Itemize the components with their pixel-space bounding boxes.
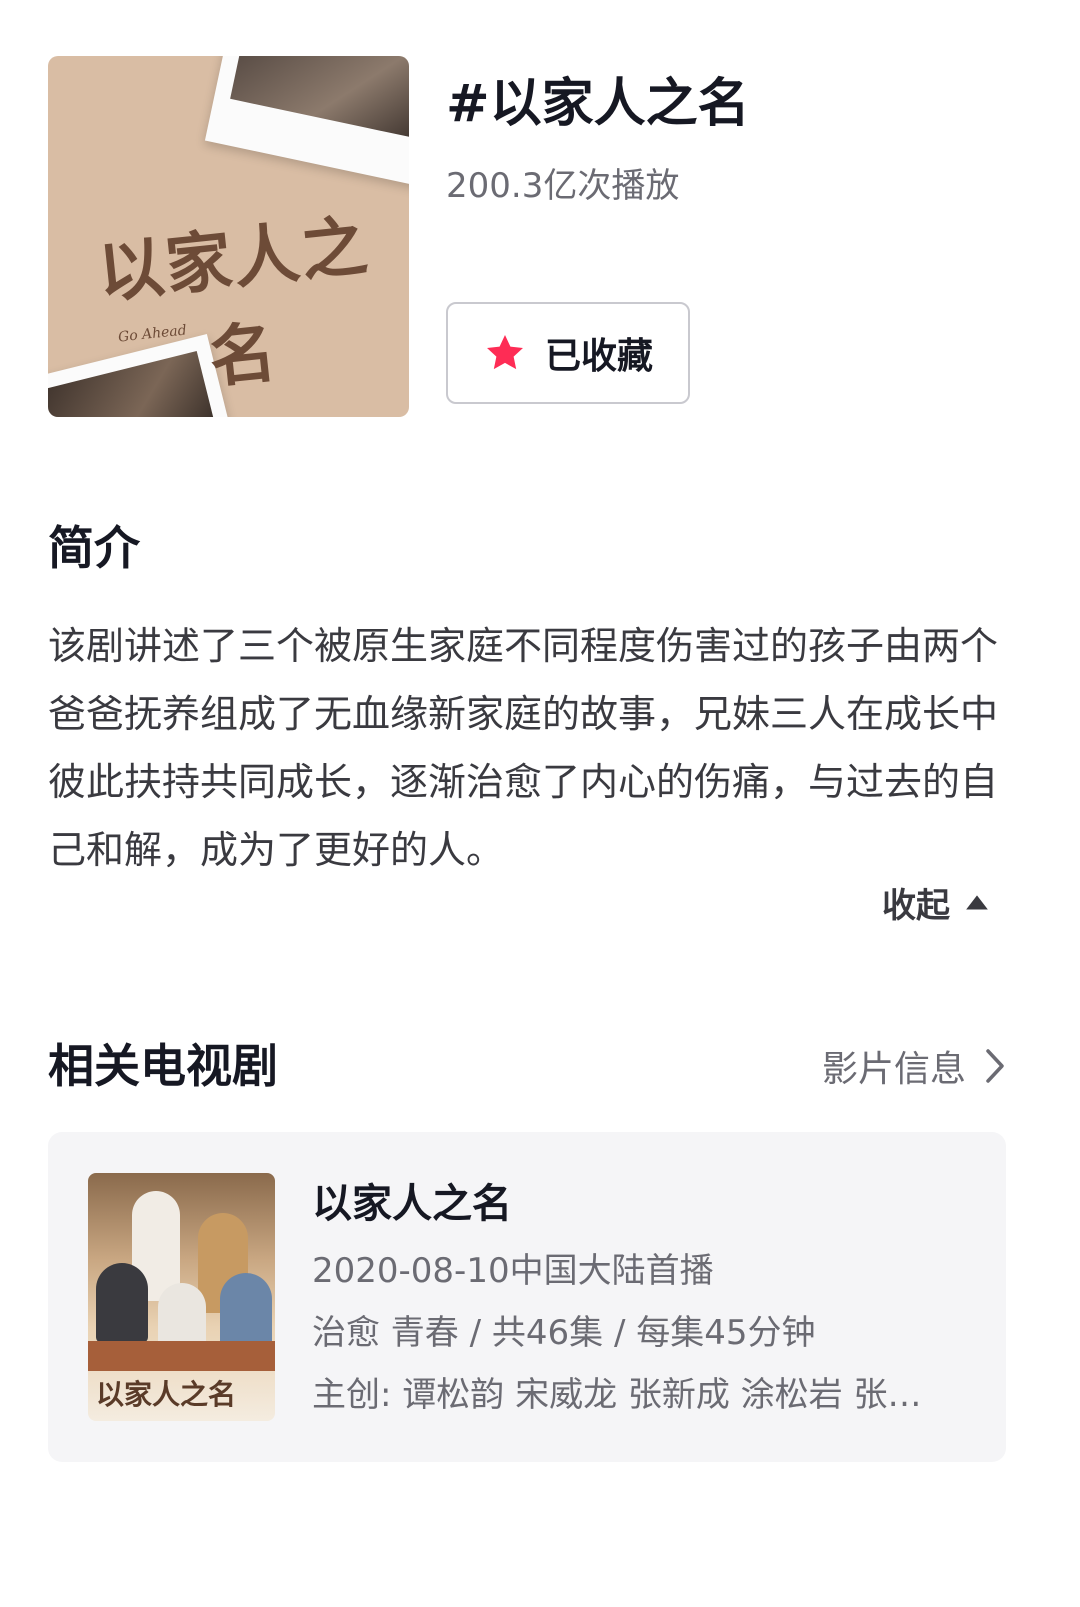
cover-photo-decoration	[204, 56, 409, 189]
star-icon	[487, 335, 523, 370]
drama-genre-info: 治愈 青春 / 共46集 / 每集45分钟	[312, 1313, 816, 1353]
drama-premiere: 2020-08-10中国大陆首播	[312, 1251, 714, 1291]
collapse-button[interactable]: 收起	[882, 878, 990, 927]
drama-cast: 主创: 谭松韵 宋威龙 张新成 涂松岩 张…	[312, 1375, 922, 1415]
favorite-label: 已收藏	[544, 336, 653, 377]
caret-up-icon	[966, 894, 988, 909]
intro-text: 该剧讲述了三个被原生家庭不同程度伤害过的孩子由两个爸爸抚养组成了无血缘新家庭的故…	[48, 624, 999, 872]
topic-cover-image[interactable]: 以家人之名 Go Ahead	[48, 56, 409, 417]
chevron-right-icon	[986, 1049, 1004, 1083]
cover-logo: 以家人之名	[94, 206, 373, 398]
film-info-link[interactable]: 影片信息	[822, 1040, 1006, 1092]
poster-logo: 以家人之名	[96, 1378, 237, 1411]
topic-title: #以家人之名	[446, 74, 750, 134]
related-heading: 相关电视剧	[48, 1039, 278, 1093]
intro-heading: 简介	[48, 521, 140, 575]
collapse-label: 收起	[882, 886, 950, 926]
favorite-button[interactable]: 已收藏	[446, 302, 690, 404]
drama-name: 以家人之名	[312, 1181, 512, 1227]
play-count: 200.3亿次播放	[446, 166, 680, 206]
drama-poster: 以家人之名	[88, 1173, 275, 1421]
film-info-label: 影片信息	[821, 1049, 966, 1090]
